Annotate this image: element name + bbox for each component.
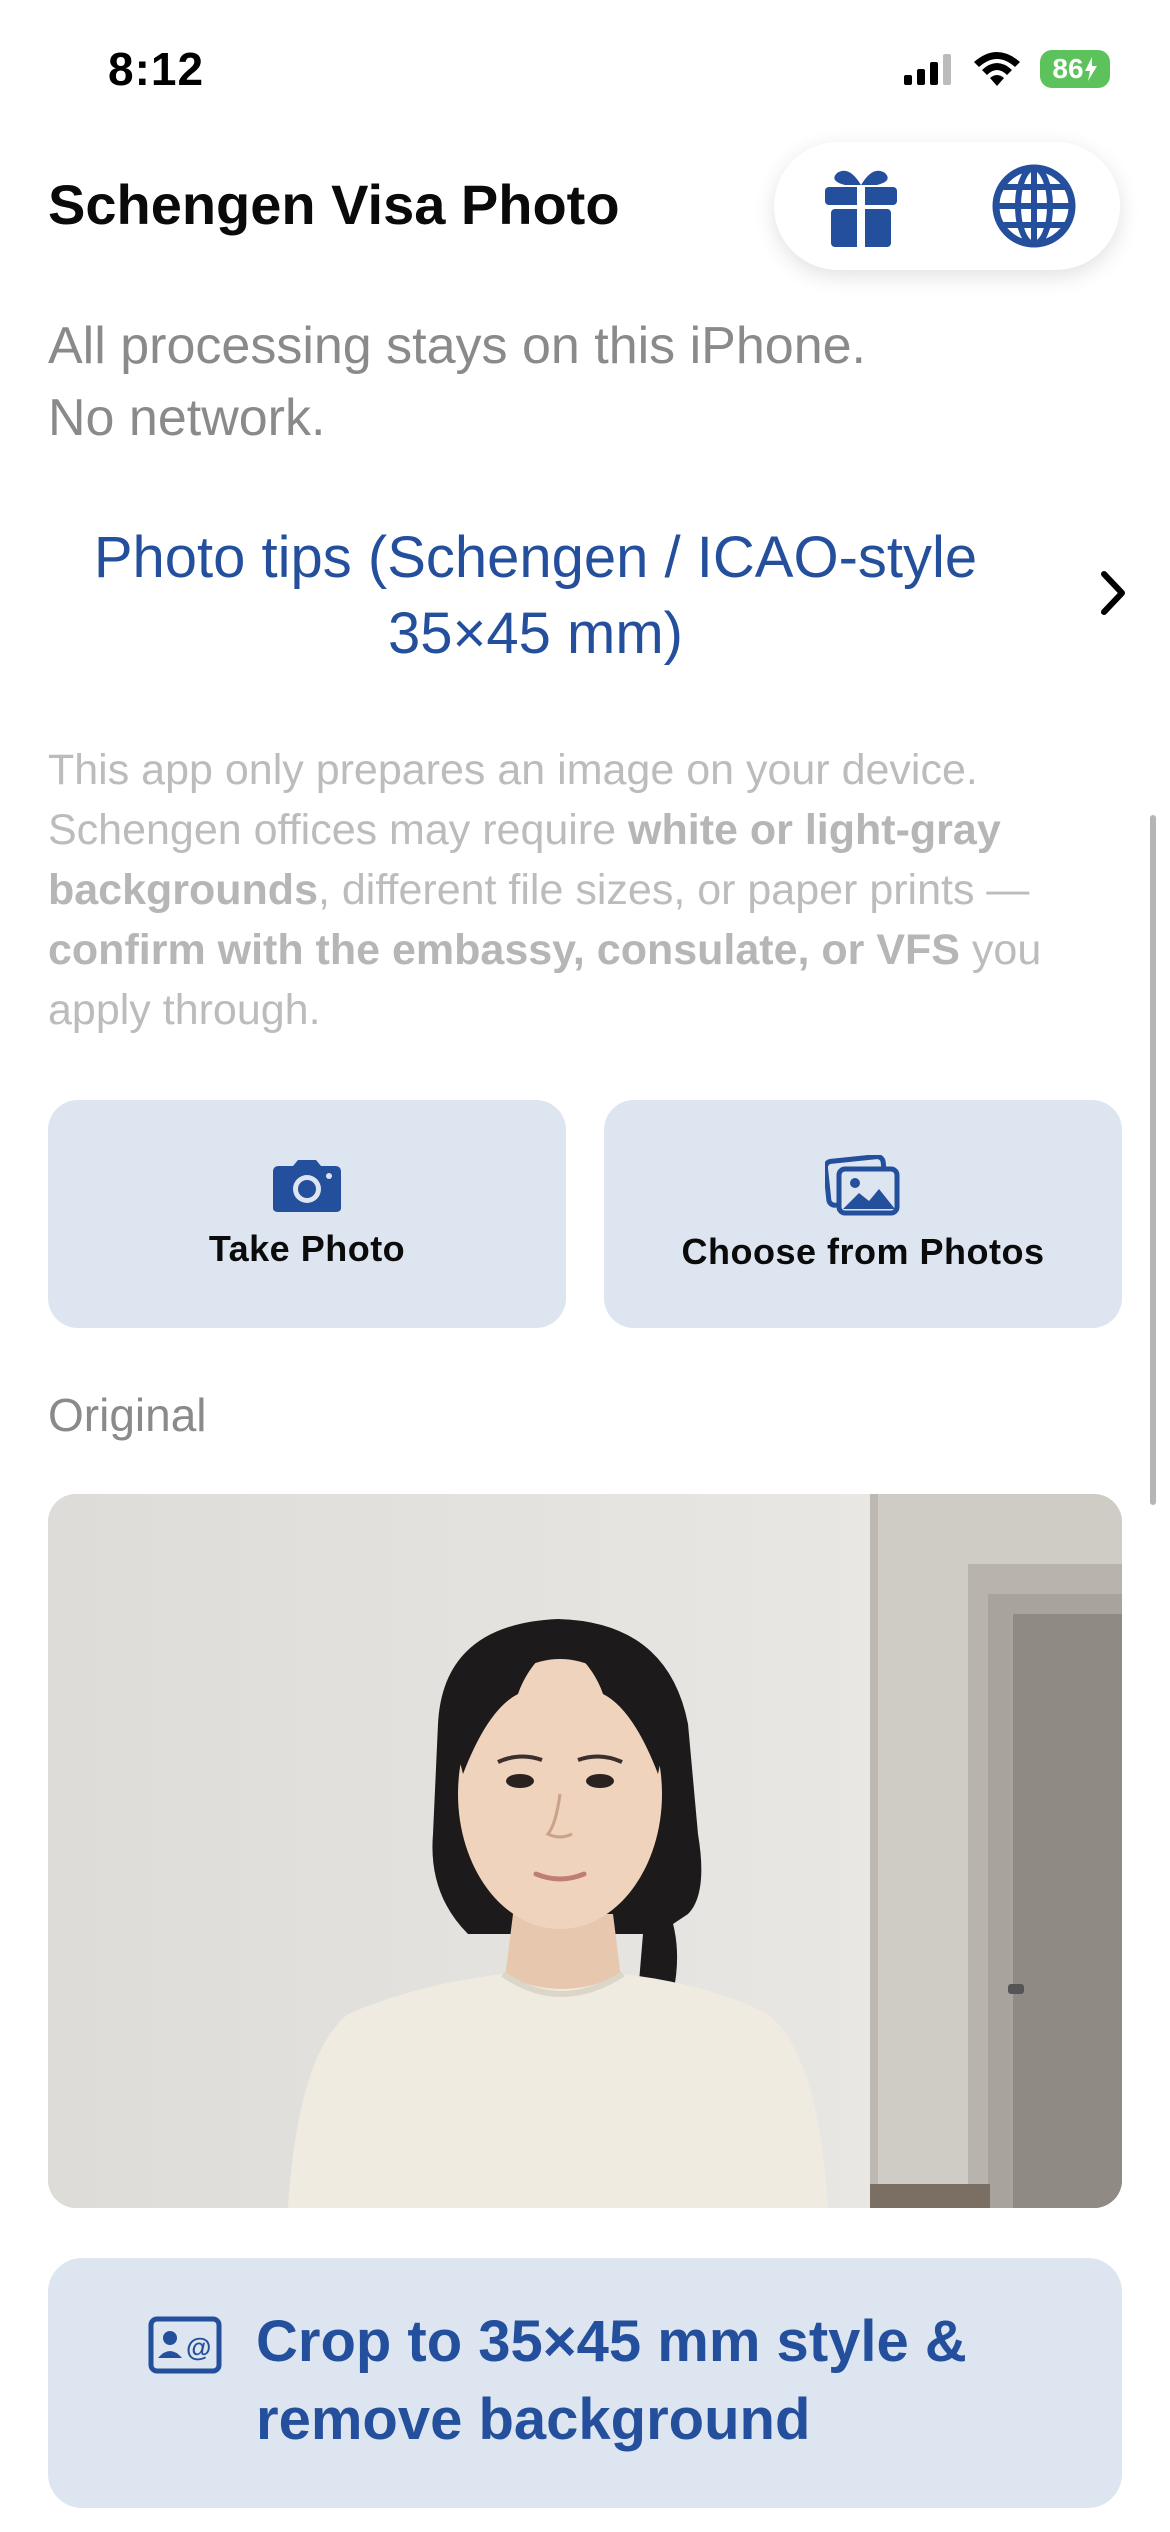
globe-icon xyxy=(992,164,1075,248)
photo-tips-link[interactable]: Photo tips (Schengen / ICAO-style 35×45 … xyxy=(48,520,1128,670)
privacy-note-line2: No network. xyxy=(48,389,326,447)
portrait-image xyxy=(48,1494,1122,2208)
privacy-note-line1: All processing stays on this iPhone. xyxy=(48,317,866,375)
original-photo xyxy=(48,1494,1122,2208)
crop-button-label: Crop to 35×45 mm style & remove backgrou… xyxy=(256,2303,1056,2459)
crop-button-line2: remove background xyxy=(256,2387,811,2452)
crop-button-line1: Crop to 35×45 mm style & xyxy=(256,2309,967,2374)
chevron-right-icon xyxy=(1101,571,1125,615)
original-section-label: Original xyxy=(48,1389,207,1441)
take-photo-label: Take Photo xyxy=(208,1228,406,1269)
status-bar: 8:12 86 xyxy=(0,0,1170,140)
battery-indicator: 86 xyxy=(1040,50,1110,88)
gift-icon xyxy=(824,170,897,247)
battery-level: 86 xyxy=(1052,53,1084,84)
id-card-icon: @ xyxy=(148,2316,222,2374)
gift-button[interactable] xyxy=(806,151,916,261)
choose-from-photos-button[interactable]: Choose from Photos xyxy=(604,1100,1122,1328)
disclaimer-bold2: confirm with the embassy, consulate, or … xyxy=(48,926,960,974)
status-time: 8:12 xyxy=(108,43,205,95)
camera-icon xyxy=(273,1160,341,1212)
page-title: Schengen Visa Photo xyxy=(48,173,620,236)
take-photo-button[interactable]: Take Photo xyxy=(48,1100,566,1328)
disclaimer-text: This app only prepares an image on your … xyxy=(48,740,1128,1040)
status-icons: 86 xyxy=(902,50,1110,88)
photo-tips-line1: Photo tips (Schengen / ICAO-style xyxy=(93,525,978,590)
charging-bolt-icon xyxy=(1084,57,1097,81)
photo-library-icon xyxy=(825,1155,900,1216)
crop-remove-background-button[interactable]: @ Crop to 35×45 mm style & remove backgr… xyxy=(48,2258,1122,2508)
svg-text:@: @ xyxy=(186,2332,211,2362)
scroll-indicator[interactable] xyxy=(1150,815,1156,1505)
photo-tips-line2: 35×45 mm) xyxy=(388,601,683,666)
disclaimer-part2: , different file sizes, or paper prints … xyxy=(318,866,1030,914)
photo-tips-label: Photo tips (Schengen / ICAO-style 35×45 … xyxy=(48,520,1023,672)
toolbar-pill xyxy=(774,142,1120,270)
wifi-icon xyxy=(974,52,1020,86)
privacy-note: All processing stays on this iPhone. No … xyxy=(48,310,1128,454)
language-button[interactable] xyxy=(979,151,1089,261)
cellular-signal-icon xyxy=(904,54,951,85)
choose-from-photos-label: Choose from Photos xyxy=(681,1231,1045,1272)
